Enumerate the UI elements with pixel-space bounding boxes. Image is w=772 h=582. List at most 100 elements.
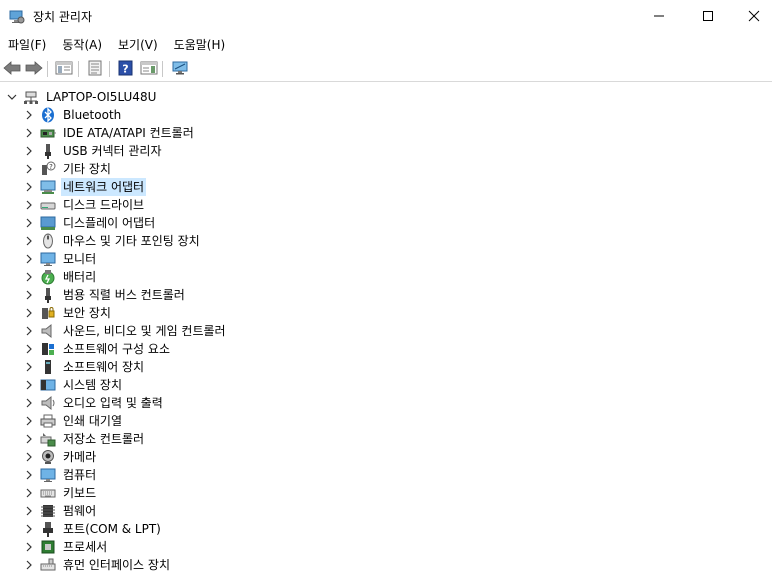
expand-chevron-icon[interactable]: [22, 484, 35, 502]
tree-item[interactable]: 소프트웨어 장치: [22, 358, 146, 376]
expand-chevron-icon[interactable]: [22, 466, 35, 484]
expand-chevron-icon[interactable]: [22, 448, 35, 466]
expand-chevron-icon[interactable]: [22, 520, 35, 538]
tree-item[interactable]: 오디오 입력 및 출력: [22, 394, 165, 412]
menu-help[interactable]: 도움말(H): [168, 35, 232, 55]
monitor-icon: [39, 250, 57, 268]
toolbar-separator: [109, 61, 110, 77]
tree-item[interactable]: ? 기타 장치: [22, 160, 113, 178]
tree-item[interactable]: USB 커넥터 관리자: [22, 142, 164, 160]
expand-chevron-icon[interactable]: [22, 556, 35, 574]
tree-item-label: Bluetooth: [63, 108, 122, 122]
tree-item-label: 포트(COM & LPT): [63, 522, 161, 536]
scan-hardware-button[interactable]: [170, 59, 190, 79]
svg-text:?: ?: [49, 163, 53, 171]
tree-item-label: 사운드, 비디오 및 게임 컨트롤러: [63, 324, 226, 338]
expand-chevron-icon[interactable]: [22, 538, 35, 556]
tree-item-label: 펌웨어: [63, 504, 97, 518]
back-arrow-icon: [3, 60, 21, 79]
tree-root[interactable]: LAPTOP-OI5LU48U: [5, 88, 158, 106]
tree-item[interactable]: 저장소 컨트롤러: [22, 430, 146, 448]
tree-item[interactable]: 카메라: [22, 448, 98, 466]
tree-item[interactable]: 디스플레이 어댑터: [22, 214, 157, 232]
expand-chevron-icon[interactable]: [22, 214, 35, 232]
menu-view[interactable]: 보기(V): [112, 35, 164, 55]
speaker-icon: [39, 322, 57, 340]
collapse-chevron-icon[interactable]: [5, 88, 18, 106]
toolbar: ?: [0, 56, 772, 82]
properties-button[interactable]: [85, 59, 105, 79]
tree-item[interactable]: 시스템 장치: [22, 376, 124, 394]
tree-item[interactable]: 프로세서: [22, 538, 109, 556]
usb-connector-icon: [39, 142, 57, 160]
scan-hardware-icon: [171, 60, 189, 79]
other-devices-icon: ?: [39, 160, 57, 178]
computer-network-icon: [22, 88, 40, 106]
title-bar: 장치 관리자: [0, 0, 772, 34]
back-button[interactable]: [2, 59, 22, 79]
expand-chevron-icon[interactable]: [22, 322, 35, 340]
tree-item-label: 휴먼 인터페이스 장치: [63, 558, 170, 572]
close-button[interactable]: [731, 0, 772, 34]
security-device-icon: [39, 304, 57, 322]
expand-chevron-icon[interactable]: [22, 196, 35, 214]
tree-item[interactable]: IDE ATA/ATAPI 컨트롤러: [22, 124, 196, 142]
minimize-button[interactable]: [636, 0, 682, 34]
expand-chevron-icon[interactable]: [22, 232, 35, 250]
expand-chevron-icon[interactable]: [22, 178, 35, 196]
ide-controller-icon: [39, 124, 57, 142]
tree-item[interactable]: 키보드: [22, 484, 98, 502]
tree-item[interactable]: 포트(COM & LPT): [22, 520, 163, 538]
expand-chevron-icon[interactable]: [22, 376, 35, 394]
processor-icon: [39, 538, 57, 556]
keyboard-icon: [39, 484, 57, 502]
expand-chevron-icon[interactable]: [22, 106, 35, 124]
expand-chevron-icon[interactable]: [22, 286, 35, 304]
tree-item[interactable]: 마우스 및 기타 포인팅 장치: [22, 232, 202, 250]
help-button[interactable]: ?: [116, 59, 136, 79]
expand-chevron-icon[interactable]: [22, 268, 35, 286]
tree-item[interactable]: 디스크 드라이브: [22, 196, 146, 214]
tree-item[interactable]: 컴퓨터: [22, 466, 98, 484]
maximize-button[interactable]: [685, 0, 731, 34]
tree-item[interactable]: 펌웨어: [22, 502, 98, 520]
menu-file[interactable]: 파일(F): [2, 35, 52, 55]
expand-chevron-icon[interactable]: [22, 142, 35, 160]
toolbar-separator: [47, 61, 48, 77]
show-hide-tree-button[interactable]: [54, 59, 74, 79]
expand-chevron-icon[interactable]: [22, 250, 35, 268]
tree-item[interactable]: 사운드, 비디오 및 게임 컨트롤러: [22, 322, 228, 340]
expand-chevron-icon[interactable]: [22, 358, 35, 376]
expand-chevron-icon[interactable]: [22, 502, 35, 520]
tree-item[interactable]: 모니터: [22, 250, 98, 268]
expand-chevron-icon[interactable]: [22, 340, 35, 358]
expand-chevron-icon[interactable]: [22, 160, 35, 178]
usb-controller-icon: [39, 286, 57, 304]
tree-item[interactable]: 배터리: [22, 268, 98, 286]
tree-root-label: LAPTOP-OI5LU48U: [46, 90, 157, 104]
forward-button[interactable]: [24, 59, 44, 79]
software-component-icon: [39, 340, 57, 358]
tree-item-label: 모니터: [63, 252, 97, 266]
tree-item[interactable]: Bluetooth: [22, 106, 123, 124]
tree-item[interactable]: 범용 직렬 버스 컨트롤러: [22, 286, 187, 304]
expand-chevron-icon[interactable]: [22, 124, 35, 142]
expand-chevron-icon[interactable]: [22, 412, 35, 430]
tree-item-label: 저장소 컨트롤러: [63, 432, 145, 446]
tree-item-label: IDE ATA/ATAPI 컨트롤러: [63, 126, 194, 140]
expand-chevron-icon[interactable]: [22, 304, 35, 322]
tree-item[interactable]: 보안 장치: [22, 304, 113, 322]
menu-action[interactable]: 동작(A): [56, 35, 108, 55]
expand-chevron-icon[interactable]: [22, 394, 35, 412]
menu-bar: 파일(F) 동작(A) 보기(V) 도움말(H): [0, 34, 772, 56]
tree-item[interactable]: 소프트웨어 구성 요소: [22, 340, 172, 358]
action-pane-button[interactable]: [139, 59, 159, 79]
expand-chevron-icon[interactable]: [22, 430, 35, 448]
tree-item-label: 프로세서: [63, 540, 108, 554]
tree-item[interactable]: 인쇄 대기열: [22, 412, 124, 430]
tree-item-label: 보안 장치: [63, 306, 111, 320]
tree-item[interactable]: 휴먼 인터페이스 장치: [22, 556, 172, 574]
tree-item[interactable]: 네트워크 어댑터: [22, 178, 147, 196]
print-queue-icon: [39, 412, 57, 430]
storage-controller-icon: [39, 430, 57, 448]
